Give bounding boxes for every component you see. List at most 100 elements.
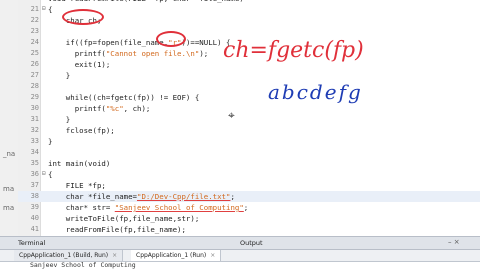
line-number: 22	[30, 16, 39, 24]
code-line[interactable]: 40 writeToFile(fp,file_name,str);	[18, 213, 480, 224]
code-text: fclose(fp);	[48, 125, 115, 136]
tab-terminal[interactable]: Terminal	[14, 238, 49, 248]
code-token: "Sanjeev School of Computing"	[114, 203, 244, 212]
panel-controls[interactable]: – ×	[448, 238, 460, 246]
code-text: int main(void)	[48, 158, 110, 169]
left-strip-mark: ma	[3, 185, 15, 193]
mouse-cursor-icon: ⌖	[228, 108, 235, 122]
code-text: }	[48, 114, 70, 125]
code-token: readFromFile(fp,file_name);	[48, 225, 186, 234]
code-token: }	[48, 137, 53, 146]
code-token: void readFromFile(FILE *fp, char *file_n…	[48, 0, 244, 3]
tab-build-run[interactable]: CppApplication_1 (Build, Run) ×	[14, 250, 124, 261]
line-number: 40	[30, 214, 39, 222]
code-text: {	[48, 4, 52, 15]
line-number: 23	[30, 27, 39, 35]
code-token: int main(void)	[48, 159, 111, 168]
code-text: exit(1);	[48, 59, 111, 70]
panel-tab-row: Terminal Output – ×	[0, 237, 480, 250]
code-token: fclose(fp);	[48, 126, 115, 135]
code-text: char *file_name="D:/Dev-Cpp/file.txt";	[48, 191, 235, 202]
code-line[interactable]: 35 int main(void)	[18, 158, 480, 169]
code-line[interactable]: 41 readFromFile(fp,file_name);	[18, 224, 480, 235]
code-text: }	[48, 136, 52, 147]
code-line[interactable]: 27 }	[18, 70, 480, 81]
code-editor[interactable]: 20void readFromFile(FILE *fp, char *file…	[18, 0, 480, 256]
line-number: 34	[30, 148, 39, 156]
annotation-circle-r-mode	[156, 31, 186, 47]
left-strip-mark: _na	[3, 150, 16, 158]
line-number: 38	[30, 192, 39, 200]
line-number: 41	[30, 225, 39, 233]
line-number: 21	[30, 5, 39, 13]
line-number: 26	[30, 60, 39, 68]
code-token: {	[48, 170, 53, 179]
code-token: char *file_name=	[48, 192, 137, 201]
left-strip-mark: ma	[3, 204, 15, 212]
code-text: char* str= "Sanjeev School of Computing"…	[48, 202, 248, 213]
line-number: 33	[30, 137, 39, 145]
code-text: }	[48, 70, 70, 81]
code-text: printf("Cannot open file.\n");	[48, 48, 209, 59]
code-line[interactable]: 37 FILE *fp;	[18, 180, 480, 191]
code-text: while((ch=fgetc(fp)) != EOF) {	[48, 92, 200, 103]
code-token: if((fp=fopen(file_name,	[48, 38, 169, 47]
line-number: 25	[30, 49, 39, 57]
fold-toggle-icon[interactable]	[42, 149, 48, 155]
code-line[interactable]: 31 }	[18, 114, 480, 125]
line-number: 36	[30, 170, 39, 178]
line-number: 29	[30, 93, 39, 101]
annotation-letters: abcdefg	[268, 80, 363, 104]
code-line[interactable]: 34	[18, 147, 480, 158]
code-line[interactable]: 39 char* str= "Sanjeev School of Computi…	[18, 202, 480, 213]
code-token: {	[48, 5, 53, 14]
code-text: FILE *fp;	[48, 180, 106, 191]
code-token: while((ch=fgetc(fp)) != EOF) {	[48, 93, 200, 102]
close-icon[interactable]: ×	[210, 252, 215, 259]
code-token: "%c"	[105, 104, 124, 113]
line-number: 37	[30, 181, 39, 189]
code-token: ;	[243, 203, 249, 212]
close-icon[interactable]: ×	[112, 252, 117, 259]
code-token: exit(1);	[48, 60, 111, 69]
line-number: 27	[30, 71, 39, 79]
code-token: "D:/Dev-Cpp/file.txt"	[137, 192, 231, 201]
tab-run[interactable]: CppApplication_1 (Run) ×	[131, 250, 222, 261]
code-token: ;	[230, 192, 235, 201]
code-token: printf(	[48, 104, 106, 113]
output-text: Sanjeev School of Computing	[30, 261, 136, 269]
fold-toggle-icon[interactable]	[42, 83, 48, 89]
code-token: }	[48, 71, 71, 80]
code-token: printf(	[48, 49, 106, 58]
annotation-fgetc-formula: ch=fgetc(fp)	[223, 38, 364, 63]
line-number: 24	[30, 38, 39, 46]
code-line[interactable]: 28	[18, 81, 480, 92]
line-number: 39	[30, 203, 39, 211]
code-token: , ch);	[123, 104, 151, 113]
code-token: FILE *fp;	[48, 181, 106, 190]
code-line[interactable]: 29 while((ch=fgetc(fp)) != EOF) {	[18, 92, 480, 103]
tab-run-label: CppApplication_1 (Run)	[136, 252, 207, 259]
tab-build-run-label: CppApplication_1 (Build, Run)	[19, 252, 109, 259]
annotation-circle-char-ch	[62, 9, 104, 25]
code-token: }	[48, 115, 71, 124]
code-text: writeToFile(fp,file_name,str);	[48, 213, 200, 224]
code-line[interactable]: 32 fclose(fp);	[18, 125, 480, 136]
fold-toggle-icon[interactable]	[42, 28, 48, 34]
code-line[interactable]: 38 char *file_name="D:/Dev-Cpp/file.txt"…	[18, 191, 480, 202]
line-number: 32	[30, 126, 39, 134]
line-number: 30	[30, 104, 39, 112]
code-token: "Cannot open file.\n"	[105, 49, 200, 58]
line-number: 35	[30, 159, 39, 167]
line-number: 31	[30, 115, 39, 123]
code-line[interactable]: 33}	[18, 136, 480, 147]
tab-output[interactable]: Output	[236, 238, 267, 248]
code-token: char* str=	[48, 203, 115, 212]
code-token: );	[199, 49, 209, 58]
code-line[interactable]: 23	[18, 26, 480, 37]
code-line[interactable]: 36 ⊟{	[18, 169, 480, 180]
code-line[interactable]: 30 printf("%c", ch);	[18, 103, 480, 114]
code-text: if((fp=fopen(file_name,"r"))==NULL) {	[48, 37, 231, 48]
bottom-panel: Terminal Output – × CppApplication_1 (Bu…	[0, 236, 480, 271]
code-text: printf("%c", ch);	[48, 103, 151, 114]
